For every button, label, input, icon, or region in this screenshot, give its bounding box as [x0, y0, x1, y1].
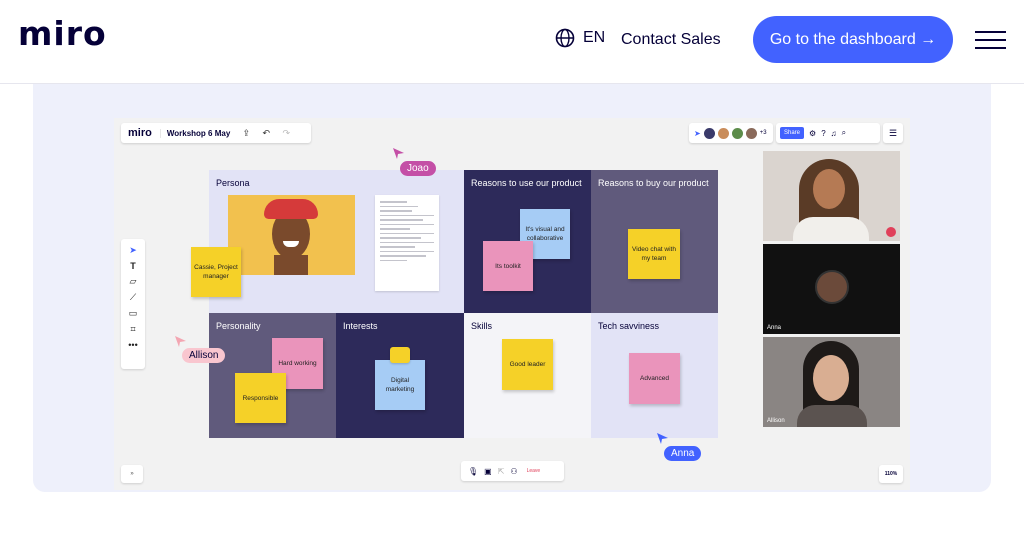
cell-title: Persona	[216, 178, 250, 188]
bell-icon[interactable]: ♫	[831, 129, 837, 138]
cell-title: Interests	[343, 321, 378, 331]
left-tools-panel: ➤ T ▱ ⟋ ▭ ⌗ •••	[121, 239, 145, 369]
video-tile[interactable]	[763, 151, 900, 241]
cursor-label-allison: Allison	[182, 348, 226, 363]
sticky-note[interactable]: Cassie, Project manager	[191, 247, 241, 297]
persona-document[interactable]	[375, 195, 439, 291]
cursor-icon	[393, 148, 404, 159]
menu-icon[interactable]	[975, 31, 1006, 49]
leave-button[interactable]: Leave	[527, 468, 541, 474]
upload-icon[interactable]: ⇪	[236, 128, 256, 139]
cell-title: Tech savviness	[598, 321, 660, 331]
contact-sales-link[interactable]: Contact Sales	[621, 31, 721, 49]
frame-tool-icon[interactable]: ⌗	[130, 324, 135, 335]
undo-icon[interactable]: ↶	[256, 128, 276, 139]
video-tile[interactable]: Anna	[763, 244, 900, 334]
avatar[interactable]	[745, 127, 757, 139]
sticky-note[interactable]: Responsible	[235, 373, 286, 423]
board-logo: miro	[128, 127, 152, 139]
language-label: EN	[583, 29, 606, 46]
video-name-label: Anna	[767, 325, 782, 331]
call-controls: 🎙 ▣ ⇱ ⚇ Leave	[461, 461, 564, 481]
notes-icon[interactable]: ☰	[883, 123, 903, 143]
avatar[interactable]	[731, 127, 743, 139]
cursor-icon	[175, 336, 186, 347]
cursor-label-joao: Joao	[400, 161, 436, 176]
help-icon[interactable]: ?	[821, 129, 825, 138]
zoom-level[interactable]: 110%	[879, 465, 903, 483]
text-tool-icon[interactable]: T	[130, 261, 136, 271]
pen-tool-icon[interactable]: ⟋	[130, 292, 136, 303]
sticky-note[interactable]: Advanced	[629, 353, 680, 404]
cell-title: Reasons to buy our product	[598, 178, 709, 188]
comment-tool-icon[interactable]: ▭	[129, 308, 138, 319]
more-tools-icon[interactable]: •••	[128, 340, 137, 350]
cursor-label-anna: Anna	[664, 446, 702, 461]
search-icon[interactable]: ⌕	[842, 128, 846, 138]
site-header: miro EN Contact Sales Go to the dashboar…	[0, 0, 1024, 84]
collapse-panel-button[interactable]: »	[121, 465, 143, 483]
settings-icon[interactable]: ⚙	[809, 129, 816, 138]
sticky-note[interactable]: Its toolkit	[483, 241, 533, 291]
sticky-note-tool-icon[interactable]: ▱	[130, 276, 137, 287]
sticky-note[interactable]: Digital marketing	[375, 360, 425, 410]
sticky-note[interactable]: Good leader	[502, 339, 553, 390]
board-name[interactable]: Workshop 6 May	[159, 128, 236, 138]
language-selector[interactable]: EN	[555, 28, 605, 48]
cell-title: Personality	[216, 321, 261, 331]
globe-icon	[555, 28, 575, 48]
board-top-toolbar: miro Workshop 6 May ⇪ ↶ ↷	[121, 123, 311, 143]
select-tool-icon[interactable]: ➤	[129, 245, 137, 256]
collaborators-bar: ➤ +3	[689, 123, 773, 143]
video-name-label: Allison	[767, 418, 785, 424]
pointer-icon[interactable]: ➤	[694, 129, 701, 138]
camera-icon[interactable]: ▣	[484, 467, 492, 476]
avatar[interactable]	[717, 127, 729, 139]
miro-logo[interactable]: miro	[18, 14, 107, 53]
microphone-icon[interactable]: 🎙	[468, 467, 478, 476]
avatar	[815, 270, 849, 304]
persona-photo[interactable]	[228, 195, 355, 275]
cell-title: Skills	[471, 321, 493, 331]
participants-icon[interactable]: ⚇	[510, 467, 517, 476]
cell-title: Reasons to use our product	[471, 178, 582, 188]
video-tile[interactable]: Allison	[763, 337, 900, 427]
share-toolbar: Share ⚙ ? ♫ ⌕	[776, 123, 880, 143]
extra-users-count[interactable]: +3	[760, 130, 767, 136]
screen-share-icon[interactable]: ⇱	[498, 467, 505, 476]
avatar[interactable]	[703, 127, 715, 139]
comment-bubble-icon[interactable]	[390, 347, 410, 363]
cursor-icon	[657, 433, 668, 444]
go-to-dashboard-button[interactable]: Go to the dashboard →	[753, 16, 953, 63]
redo-icon[interactable]: ↷	[276, 128, 296, 139]
sticky-note[interactable]: Video chat with my team	[628, 229, 680, 279]
share-button[interactable]: Share	[780, 127, 805, 139]
mic-muted-icon	[886, 227, 896, 237]
